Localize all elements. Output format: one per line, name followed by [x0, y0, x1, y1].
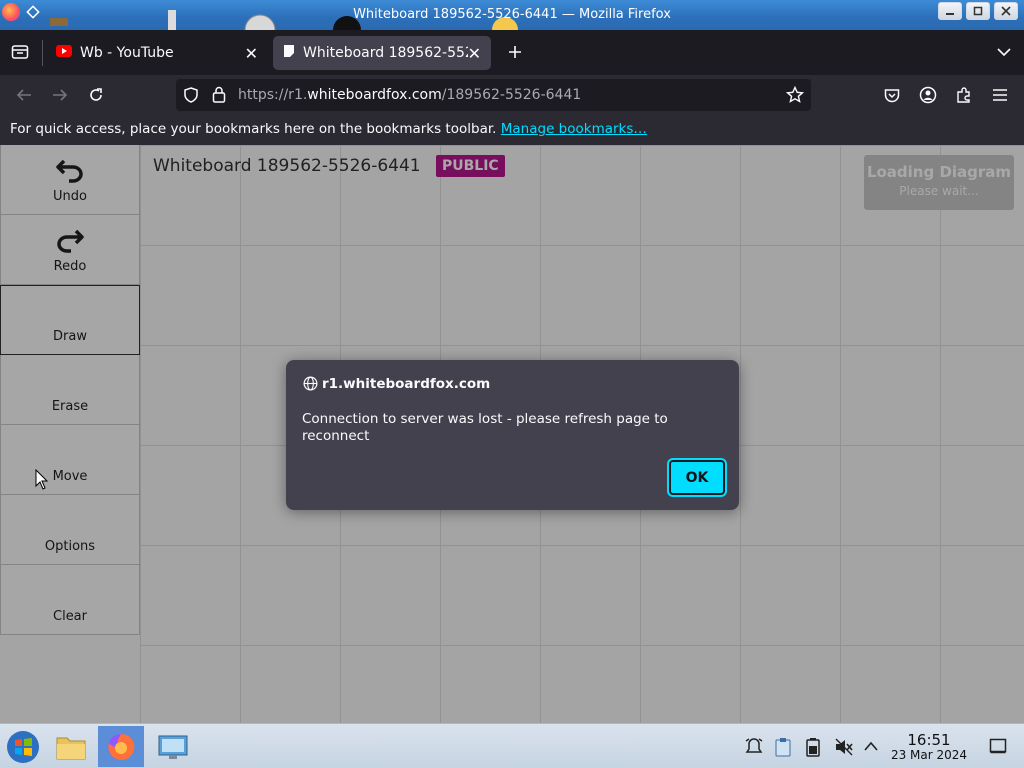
- tab-youtube[interactable]: Wb - YouTube ✕: [50, 36, 268, 70]
- back-arrow-icon[interactable]: [12, 83, 36, 107]
- taskbar-clock[interactable]: 16:51 23 Mar 2024: [884, 732, 974, 762]
- extensions-icon[interactable]: [952, 83, 976, 107]
- dialog-origin: r1.whiteboardfox.com: [322, 376, 491, 392]
- taskbar: 16:51 23 Mar 2024: [0, 723, 1024, 768]
- account-icon[interactable]: [916, 83, 940, 107]
- url-text: https://r1.whiteboardfox.com/189562-5526…: [238, 87, 581, 103]
- tab-label: Wb - YouTube: [80, 45, 174, 61]
- minimize-button[interactable]: [938, 2, 962, 20]
- window-controls: [938, 2, 1018, 20]
- navigation-toolbar: https://r1.whiteboardfox.com/189562-5526…: [0, 75, 1024, 115]
- new-tab-icon[interactable]: [503, 40, 527, 64]
- url-host: whiteboardfox.com: [307, 87, 442, 103]
- windows-start-icon: [7, 730, 39, 763]
- close-window-button[interactable]: [994, 2, 1018, 20]
- close-tab-icon[interactable]: ✕: [245, 44, 258, 63]
- close-tab-icon[interactable]: ✕: [468, 44, 481, 63]
- bookmarks-hint: For quick access, place your bookmarks h…: [10, 121, 497, 137]
- window-title: Whiteboard 189562-5526-6441 — Mozilla Fi…: [353, 7, 671, 22]
- globe-icon: [303, 376, 318, 395]
- tab-separator: [42, 40, 43, 66]
- taskbar-file-manager[interactable]: [48, 726, 94, 767]
- mouse-cursor-icon: [35, 469, 49, 490]
- clipboard-icon[interactable]: [774, 737, 792, 757]
- url-bar[interactable]: https://r1.whiteboardfox.com/189562-5526…: [176, 79, 811, 111]
- forward-arrow-icon[interactable]: [48, 83, 72, 107]
- start-menu-button[interactable]: [0, 726, 46, 767]
- reload-icon[interactable]: [84, 83, 108, 107]
- tab-whiteboard[interactable]: Whiteboard 189562-5526-6441 ✕: [273, 36, 491, 70]
- bookmarks-message: For quick access, place your bookmarks h…: [10, 121, 647, 137]
- tray-expand-chevron-icon[interactable]: [863, 740, 879, 752]
- list-all-tabs-icon[interactable]: [992, 40, 1016, 64]
- tab-label: Whiteboard 189562-5526-6441: [303, 45, 468, 61]
- taskbar-system-settings[interactable]: [150, 726, 196, 767]
- show-desktop-icon[interactable]: [989, 737, 1007, 755]
- url-prefix: https://r1.: [238, 87, 308, 103]
- volume-muted-icon[interactable]: [834, 737, 854, 757]
- youtube-icon: [56, 45, 72, 61]
- ok-button[interactable]: OK: [667, 458, 727, 497]
- url-path: /189562-5526-6441: [441, 87, 582, 103]
- clock-date: 23 Mar 2024: [890, 748, 968, 762]
- bookmarks-toolbar: For quick access, place your bookmarks h…: [0, 115, 1024, 145]
- lock-icon[interactable]: [212, 86, 226, 107]
- connection-lost-dialog: r1.whiteboardfox.com Connection to serve…: [286, 360, 739, 510]
- manage-bookmarks-link[interactable]: Manage bookmarks…: [501, 121, 647, 137]
- folder-icon: [56, 737, 86, 759]
- monitor-settings-icon: [158, 735, 188, 759]
- hamburger-menu-icon[interactable]: [988, 83, 1012, 107]
- firefox-view-icon[interactable]: [8, 40, 32, 64]
- notifications-bell-icon[interactable]: [744, 737, 764, 757]
- clock-time: 16:51: [907, 731, 951, 749]
- firefox-icon: [108, 733, 135, 760]
- tracking-shield-icon[interactable]: [184, 87, 198, 107]
- window-titlebar: Whiteboard 189562-5526-6441 — Mozilla Fi…: [0, 0, 1024, 30]
- pocket-icon[interactable]: [880, 83, 904, 107]
- bookmark-star-icon[interactable]: [785, 85, 805, 108]
- tab-strip: Wb - YouTube ✕ Whiteboard 189562-5526-64…: [0, 30, 1024, 75]
- dialog-message: Connection to server was lost - please r…: [302, 411, 668, 444]
- maximize-button[interactable]: [966, 2, 990, 20]
- whiteboard-icon: [283, 44, 295, 62]
- taskbar-firefox[interactable]: [98, 726, 144, 767]
- battery-icon[interactable]: [805, 737, 821, 757]
